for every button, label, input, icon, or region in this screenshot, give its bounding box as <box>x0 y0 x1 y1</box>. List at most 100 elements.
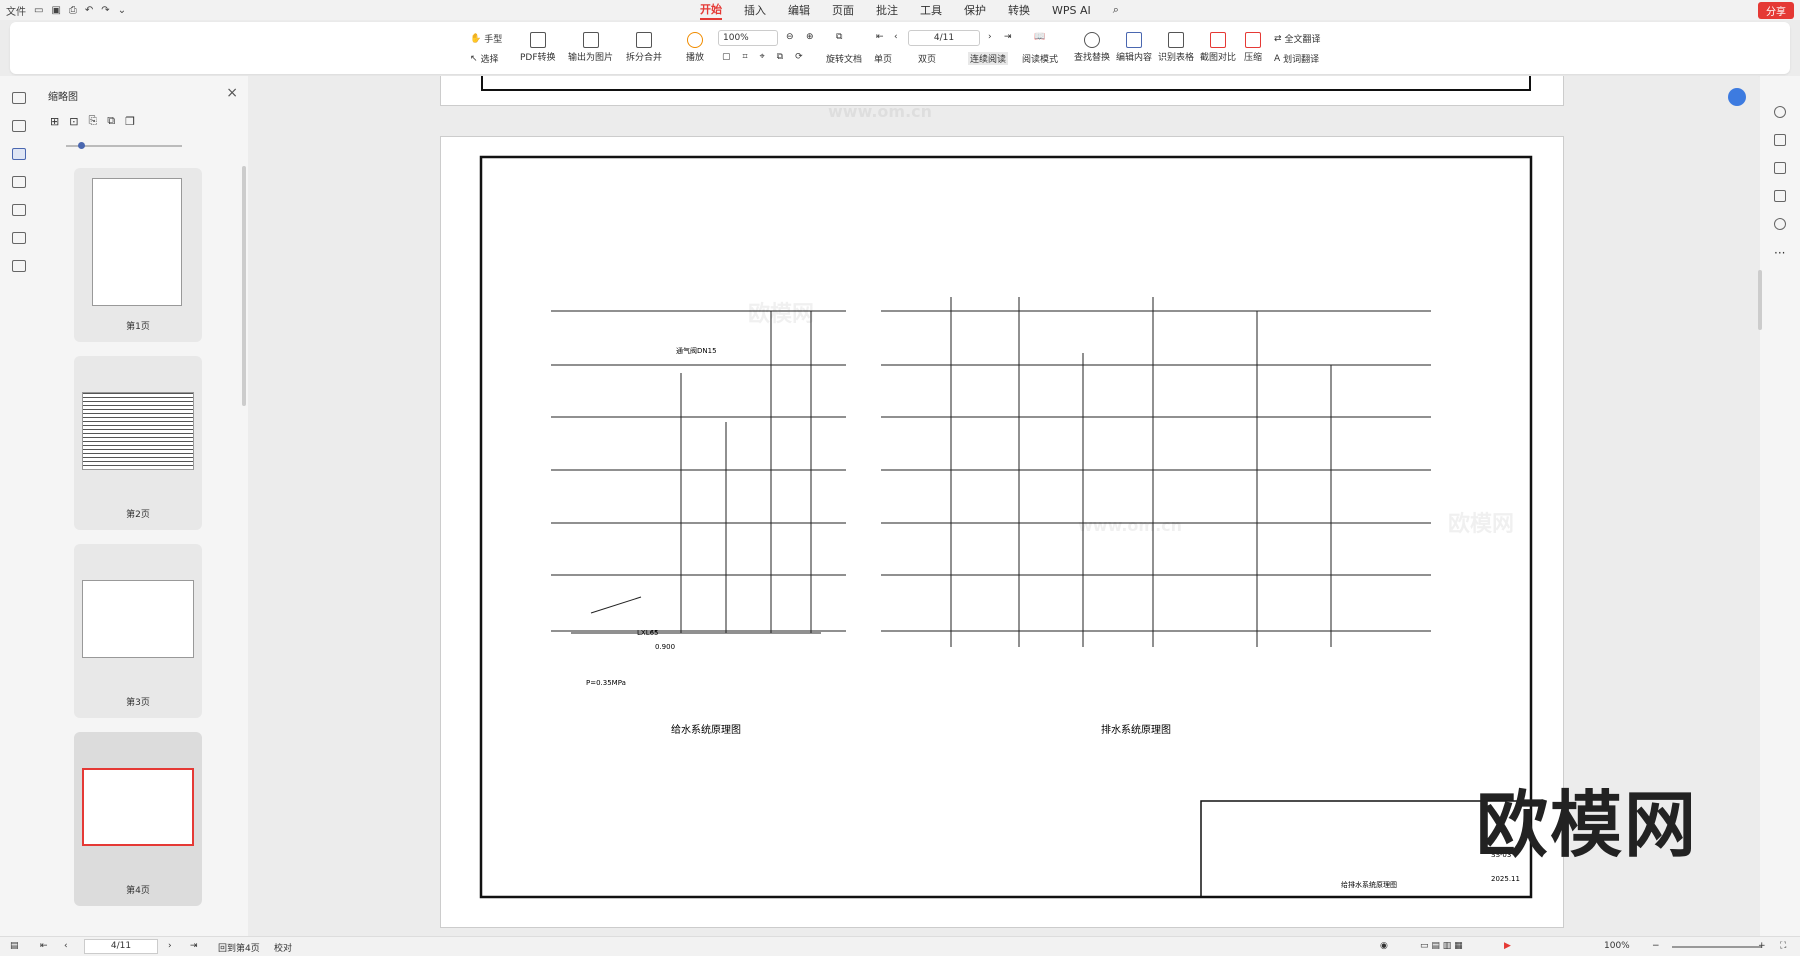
tab-page[interactable]: 页面 <box>832 2 854 18</box>
rotate-icon[interactable]: ⟳ <box>795 52 803 62</box>
extract-icon[interactable]: ⎘ <box>88 114 97 128</box>
layers-icon[interactable] <box>12 260 26 272</box>
crop-icon[interactable]: ⌗ <box>743 52 748 62</box>
status-zoom-in-icon[interactable]: + <box>1758 941 1766 951</box>
search-icon[interactable]: ⌕ <box>1113 3 1119 17</box>
eye-icon[interactable]: ◉ <box>1380 941 1388 951</box>
zoom-slider[interactable] <box>1672 946 1762 948</box>
bookmark-rail-icon[interactable] <box>12 120 26 132</box>
double-page-button[interactable]: 双页 <box>918 52 936 65</box>
read-mode-icon[interactable]: 📖 <box>1034 32 1045 42</box>
prev-page-icon[interactable]: ‹ <box>894 32 898 42</box>
translate-side-icon[interactable] <box>1774 190 1786 202</box>
signature-icon[interactable] <box>12 232 26 244</box>
tab-tools[interactable]: 工具 <box>920 2 942 18</box>
pdf-convert-icon <box>529 32 546 48</box>
tab-insert[interactable]: 插入 <box>744 2 766 18</box>
first-page-icon[interactable]: ⇤ <box>876 32 884 42</box>
full-translate-button[interactable]: ⇄ 全文翻译 <box>1274 32 1321 46</box>
status-prev-icon[interactable]: ‹ <box>64 941 68 951</box>
file-menu[interactable]: 文件 <box>6 3 26 18</box>
replace-icon[interactable]: ⧉ <box>107 114 115 128</box>
close-icon[interactable]: × <box>226 85 238 101</box>
cursor-icon: ↖ <box>470 53 478 64</box>
save-icon[interactable]: ▣ <box>51 5 60 16</box>
status-bar: ▤ ⇤ ‹ 4/11 › ⇥ 回到第4页 校对 ◉ ▭ ▤ ▥ ▦ ▶ 100%… <box>0 936 1800 956</box>
view-mode-icons[interactable]: ▭ ▤ ▥ ▦ <box>1420 941 1463 951</box>
word-translate-button[interactable]: A 划词翻译 <box>1274 52 1319 66</box>
thumb-page-2[interactable]: 第2页 <box>74 356 202 530</box>
more-side-icon[interactable]: ··· <box>1774 246 1785 260</box>
fit-icon[interactable]: ▢ <box>722 52 731 62</box>
open-icon[interactable]: ▭ <box>34 5 43 16</box>
tab-edit[interactable]: 编辑 <box>788 2 810 18</box>
compress-button[interactable]: 压缩 <box>1244 32 1262 63</box>
last-page-icon[interactable]: ⇥ <box>1004 32 1012 42</box>
undo-icon[interactable]: ↶ <box>85 5 93 16</box>
continuous-read-button[interactable]: 连续阅读 <box>968 52 1009 65</box>
convert-side-icon[interactable] <box>1774 134 1786 146</box>
edit-content-button[interactable]: 编辑内容 <box>1116 32 1152 63</box>
tab-annotate[interactable]: 批注 <box>876 2 898 18</box>
print-icon[interactable]: ⎙ <box>69 5 77 16</box>
status-first-page-icon[interactable]: ⇤ <box>40 941 48 951</box>
comment-icon[interactable] <box>12 176 26 188</box>
back-to-page-link[interactable]: 回到第4页 <box>218 941 260 954</box>
proofread-button[interactable]: 校对 <box>274 941 292 954</box>
status-zoom-out-icon[interactable]: − <box>1652 941 1660 951</box>
outline-icon[interactable] <box>12 92 26 104</box>
tab-convert[interactable]: 转换 <box>1008 2 1030 18</box>
find-replace-button[interactable]: 查找替换 <box>1074 32 1110 63</box>
single-page-button[interactable]: 单页 <box>874 52 892 65</box>
tab-wps-ai[interactable]: WPS AI <box>1052 4 1091 17</box>
share-button[interactable]: 分享 <box>1758 2 1794 19</box>
zoom-select[interactable]: 100% <box>718 30 778 46</box>
status-page-input[interactable]: 4/11 <box>84 939 158 954</box>
tab-start[interactable]: 开始 <box>700 1 722 20</box>
recognize-table-button[interactable]: 识别表格 <box>1158 32 1194 63</box>
assistant-icon[interactable] <box>1728 88 1746 106</box>
status-last-icon[interactable]: ⇥ <box>190 941 198 951</box>
next-page-icon[interactable]: › <box>988 32 992 42</box>
drain-diagram-title: 排水系统原理图 <box>1101 723 1171 736</box>
page-tool-icon[interactable]: ⧉ <box>836 32 842 42</box>
thumb-scrollbar[interactable] <box>242 166 246 406</box>
play-button[interactable]: 播放 <box>686 32 704 63</box>
zoom-out-icon[interactable]: ⊖ <box>786 32 794 42</box>
settings-side-icon[interactable] <box>1774 162 1786 174</box>
document-scrollbar[interactable] <box>1758 270 1762 330</box>
copy-icon[interactable]: ⧉ <box>777 52 783 62</box>
hand-tool-button[interactable]: ✋ 手型 <box>470 32 503 46</box>
sidebar-toggle-icon[interactable]: ▤ <box>10 941 19 951</box>
bookmark-icon[interactable]: ⌖ <box>760 52 765 62</box>
export-image-button[interactable]: 输出为图片 <box>568 32 613 63</box>
ribbon-page-input[interactable]: 4/11 <box>908 30 980 46</box>
more-icon[interactable]: ⌄ <box>118 5 126 16</box>
split-icon <box>636 32 652 48</box>
attachment-icon[interactable] <box>12 204 26 216</box>
zoom-in-icon[interactable]: ⊕ <box>806 32 814 42</box>
pdf-convert-button[interactable]: PDF转换 <box>520 32 556 63</box>
redo-icon[interactable]: ↷ <box>101 5 109 16</box>
thumbnail-icon[interactable] <box>12 148 26 160</box>
select-tool-button[interactable]: ↖ 选择 <box>470 52 499 66</box>
fullscreen-icon[interactable]: ⛶ <box>1780 941 1786 951</box>
status-zoom[interactable]: 100% <box>1604 941 1630 951</box>
split-merge-button[interactable]: 拆分合并 <box>626 32 662 63</box>
screenshot-compare-button[interactable]: 截图对比 <box>1200 32 1236 63</box>
thumb-page-4[interactable]: 第4页 <box>74 732 202 906</box>
status-next-icon[interactable]: › <box>168 941 172 951</box>
search-side-icon[interactable] <box>1774 106 1786 118</box>
hand-label: 手型 <box>484 35 503 45</box>
rotate-doc-button[interactable]: 旋转文档 <box>826 52 862 65</box>
thumb-page-1[interactable]: 第1页 <box>74 168 202 342</box>
insert-page-icon[interactable]: ⊡ <box>69 115 78 128</box>
thumb-page-3[interactable]: 第3页 <box>74 544 202 718</box>
read-mode-button[interactable]: 阅读模式 <box>1022 52 1058 65</box>
copy-page-icon[interactable]: ❐ <box>125 115 135 128</box>
grid-icon[interactable]: ⊞ <box>50 115 59 128</box>
tab-protect[interactable]: 保护 <box>964 2 986 18</box>
thumb-size-slider[interactable] <box>66 142 182 149</box>
play-status-icon[interactable]: ▶ <box>1504 941 1511 951</box>
help-icon[interactable] <box>1774 218 1786 230</box>
